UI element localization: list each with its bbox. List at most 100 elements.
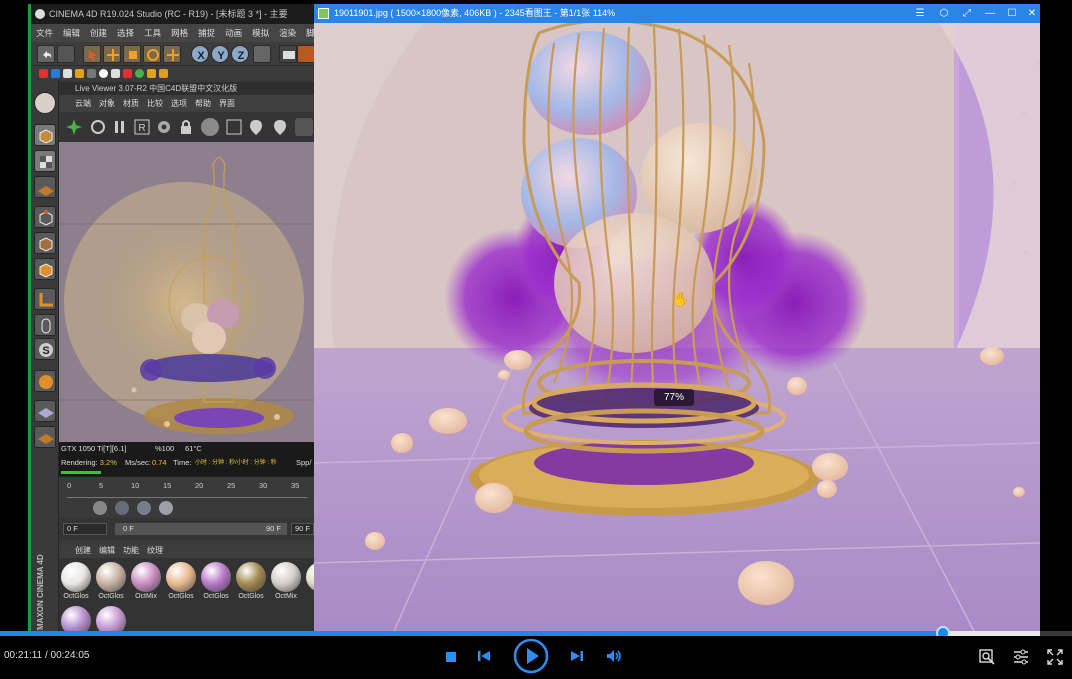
fullscreen-button[interactable] (1047, 649, 1063, 665)
maximize-icon[interactable]: ☐ (1004, 4, 1020, 23)
screenshot-button[interactable] (979, 649, 995, 665)
render-icon[interactable] (297, 45, 314, 63)
fullscreen-icon[interactable]: ⤢ (959, 4, 975, 23)
restart-icon[interactable] (89, 118, 107, 136)
menu-icon[interactable]: ☰ (912, 4, 928, 23)
texture-mode-icon[interactable] (34, 150, 56, 172)
c4d-menu-item[interactable]: 文件 (31, 24, 58, 42)
c4d-menu-item[interactable]: 动画 (220, 24, 247, 42)
timeline-scale[interactable] (67, 493, 307, 498)
workplane-icon[interactable] (34, 176, 56, 198)
tweak-mode-icon[interactable] (34, 314, 56, 336)
live-viewer-menu-item[interactable]: 帮助 (191, 95, 215, 112)
send-scene-icon[interactable] (65, 118, 83, 136)
previous-button[interactable] (477, 649, 491, 663)
stop-button[interactable] (445, 650, 457, 662)
material-swatch[interactable]: OctGlos (235, 562, 267, 602)
octane-icon[interactable] (87, 69, 96, 78)
material-swatch[interactable]: OctMix (270, 562, 302, 602)
volume-button[interactable] (606, 649, 622, 663)
live-viewer-menu-item[interactable]: 材质 (119, 95, 143, 112)
rotate-tool-icon[interactable] (143, 45, 161, 63)
octane-icon[interactable] (51, 69, 60, 78)
settings-button[interactable] (1013, 649, 1029, 665)
octane-icon[interactable] (63, 69, 72, 78)
lock-icon[interactable] (177, 118, 195, 136)
live-viewer-menu-item[interactable]: 比较 (143, 95, 167, 112)
c4d-menu-item[interactable]: 捕捉 (193, 24, 220, 42)
material-swatch[interactable]: OctMix (130, 562, 162, 602)
octane-icon[interactable] (99, 69, 108, 78)
c4d-menu-item[interactable]: 脚本 (301, 24, 314, 42)
clay-mode-icon[interactable] (225, 118, 243, 136)
points-mode-icon[interactable] (34, 206, 56, 228)
c4d-menu-item[interactable]: 编辑 (58, 24, 85, 42)
settings-icon[interactable] (155, 118, 173, 136)
octane-icon[interactable] (135, 69, 144, 78)
move-tool-icon[interactable] (103, 45, 121, 63)
c4d-menu-item[interactable]: 创建 (85, 24, 112, 42)
live-viewer-menu-item[interactable]: 选项 (167, 95, 191, 112)
play-button[interactable] (513, 638, 549, 674)
last-tool-icon[interactable] (163, 45, 181, 63)
c4d-menu-item[interactable]: 模拟 (247, 24, 274, 42)
octane-icon[interactable] (159, 69, 168, 78)
viewer-image[interactable]: ✋ 77% (314, 23, 1040, 631)
material-menu-item[interactable]: 编辑 (95, 544, 119, 558)
scale-tool-icon[interactable] (123, 45, 141, 63)
live-viewer-menu-item[interactable]: 界面 (215, 95, 239, 112)
material-swatch[interactable]: OctGlos (60, 562, 92, 602)
pick-focus-icon[interactable] (271, 118, 289, 136)
material-ball-icon[interactable] (159, 501, 173, 515)
minimize-icon[interactable]: — (982, 4, 998, 23)
skin-icon[interactable]: ⬡ (936, 4, 952, 23)
live-viewer-menu-item[interactable]: 对象 (95, 95, 119, 112)
polygons-mode-icon[interactable] (34, 258, 56, 280)
planar-workplane-icon[interactable] (34, 426, 56, 448)
enable-axis-icon[interactable] (34, 288, 56, 310)
pick-material-icon[interactable] (247, 118, 265, 136)
octane-icon[interactable] (123, 69, 132, 78)
undo-icon[interactable] (37, 45, 55, 63)
material-ball-icon[interactable] (93, 501, 107, 515)
close-icon[interactable]: ✕ (1024, 4, 1040, 23)
material-ball-icon[interactable] (137, 501, 151, 515)
octane-icon[interactable] (147, 69, 156, 78)
material-swatch[interactable]: OctGlos (200, 562, 232, 602)
c4d-menu-item[interactable]: 选择 (112, 24, 139, 42)
x-axis-icon[interactable]: X (191, 45, 209, 63)
octane-icon[interactable] (111, 69, 120, 78)
current-frame-field[interactable]: 0 F (63, 523, 107, 535)
redo-icon[interactable] (57, 45, 75, 63)
coordinate-system-icon[interactable] (253, 45, 271, 63)
lock-workplane-icon[interactable] (34, 400, 56, 422)
edges-mode-icon[interactable] (34, 232, 56, 254)
c4d-menu-item[interactable]: 工具 (139, 24, 166, 42)
end-frame-field[interactable]: 90 F (291, 523, 314, 535)
select-tool-icon[interactable] (83, 45, 101, 63)
frame-range-slider[interactable]: 0 F 90 F (115, 523, 287, 535)
model-mode-icon[interactable] (34, 124, 56, 146)
material-menu-item[interactable]: 功能 (119, 544, 143, 558)
live-viewer-menu-item[interactable]: 云端 (71, 95, 95, 112)
octane-icon[interactable] (39, 69, 48, 78)
z-axis-icon[interactable]: Z (231, 45, 249, 63)
material-swatch[interactable] (60, 606, 92, 631)
material-swatch[interactable]: Oct (305, 562, 314, 602)
material-swatch[interactable]: OctGlos (165, 562, 197, 602)
material-ball-icon[interactable] (115, 501, 129, 515)
snap-icon[interactable]: S (34, 338, 56, 360)
material-swatch[interactable]: OctGlos (95, 562, 127, 602)
octane-icon[interactable] (75, 69, 84, 78)
more-options-icon[interactable] (295, 118, 313, 136)
region-render-icon[interactable]: R (133, 118, 151, 136)
y-axis-icon[interactable]: Y (211, 45, 229, 63)
magnet-icon[interactable] (34, 370, 56, 392)
pause-icon[interactable] (111, 118, 129, 136)
c4d-menu-item[interactable]: 网格 (166, 24, 193, 42)
next-button[interactable] (570, 649, 584, 663)
material-menu-item[interactable]: 纹理 (143, 544, 167, 558)
material-menu-item[interactable]: 创建 (71, 544, 95, 558)
material-swatch[interactable] (95, 606, 127, 631)
render-view-icon[interactable] (279, 45, 297, 63)
